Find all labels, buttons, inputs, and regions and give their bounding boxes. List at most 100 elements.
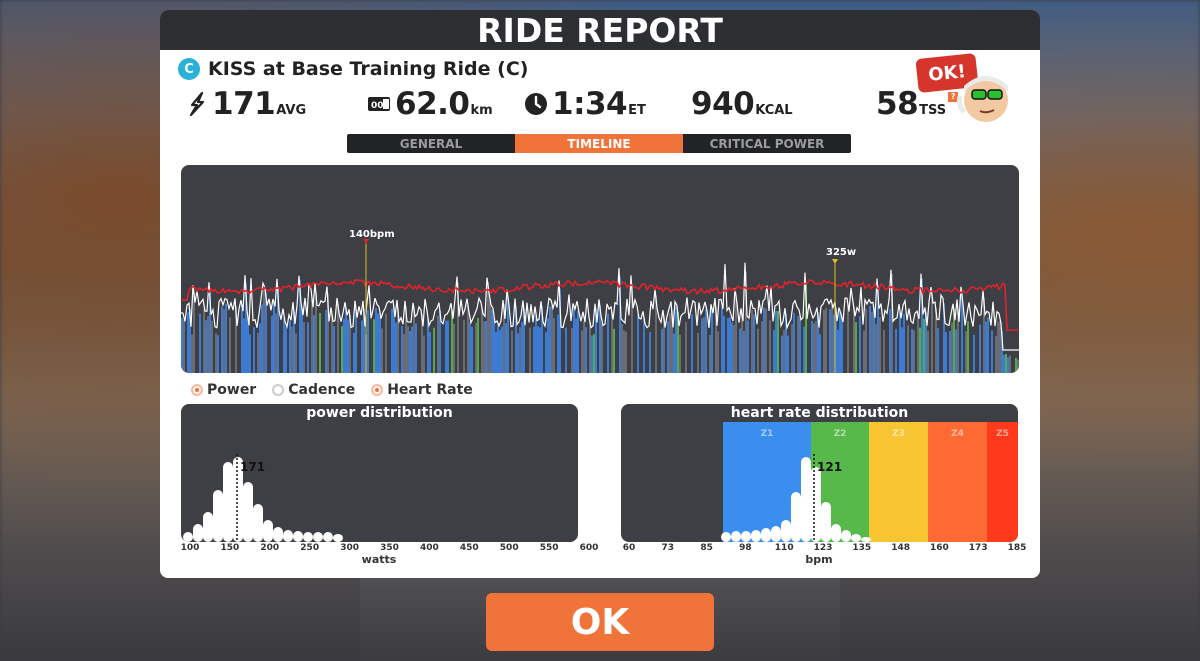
timeline-bar [225,303,227,373]
timeline-bar [377,313,379,373]
timeline-bar [467,305,469,373]
timeline-bar [955,329,957,373]
timeline-bar [489,299,491,373]
axis-tick-label: 173 [968,543,988,553]
hr-distribution-panel: heart rate distribution Z1 Z2 Z3 Z4 Z5 121 [621,404,1018,542]
timeline-bar [331,314,333,373]
timeline-bar [967,321,969,373]
timeline-bar [303,322,305,373]
timeline-bar [429,332,431,373]
timeline-bar [517,333,519,373]
timeline-bar [869,306,871,373]
timeline-bar [285,326,287,373]
timeline-bar [721,306,723,373]
timeline-bar [557,314,559,373]
timeline-bar [207,315,209,373]
timeline-bar [917,315,919,373]
heart-rate-toggle-icon [371,384,384,396]
timeline-bar [447,320,449,373]
timeline-bar [781,335,783,373]
timeline-bar [741,313,743,373]
timeline-bar [539,327,541,373]
timeline-bar [991,330,993,373]
timeline-bar [445,320,447,373]
timeline-bar [313,315,315,373]
hr-zone-z4 [928,422,987,542]
power-toggle-icon [191,384,203,396]
timeline-bar [553,318,555,373]
timeline-bar [407,326,409,373]
timeline-bar [729,317,731,373]
timeline-bar [735,296,737,373]
timeline-bar [797,316,799,373]
timeline-bar [711,309,713,373]
axis-tick-label: 450 [459,543,479,553]
timeline-bar [199,313,201,373]
legend-cadence[interactable]: Cadence [272,382,355,398]
distance-unit: km [470,103,493,118]
timeline-bar [661,328,663,373]
timeline-bar [777,311,779,373]
legend-heart-rate[interactable]: Heart Rate [371,382,473,398]
timeline-bar [537,326,539,373]
timeline-bar [367,310,369,373]
timeline-bar [937,328,939,373]
axis-tick-label: 85 [700,543,713,553]
timeline-bar [345,307,347,373]
timeline-bar [229,317,231,373]
timeline-bar [997,321,999,373]
power-axis-title: watts [361,553,397,566]
timeline-bar [307,322,309,373]
legend-power-label: Power [207,382,257,398]
hr-dist-bar [751,530,761,542]
timeline-bar [1003,354,1005,373]
timeline-bar [743,331,745,373]
axis-tick-label: 110 [774,543,794,553]
stat-calories: 940 KCAL [691,86,793,122]
power-peak-label: 325w [826,247,856,258]
timeline-bar [381,328,383,373]
hr-dist-bar [831,524,841,542]
timeline-bar [697,332,699,373]
legend-power[interactable]: Power [191,382,256,398]
timeline-bar [437,315,439,373]
ok-button[interactable]: OK [486,593,714,651]
timeline-bar [625,331,627,373]
cadence-toggle-icon [272,384,285,396]
timeline-bar [769,320,771,373]
timeline-bar [395,322,397,373]
timeline-bar [837,329,839,373]
calories-unit: KCAL [755,103,793,118]
hr-dist-bar [841,530,851,542]
timeline-bar [589,321,591,373]
rider-avatar-icon [957,76,1008,122]
timeline-bar [511,330,513,373]
tab-timeline[interactable]: TIMELINE [515,134,683,153]
tss-value: 58 [876,86,919,122]
timeline-bar [757,328,759,373]
timeline-bar [547,318,549,373]
hr-zone-label: Z1 [761,429,774,439]
timeline-bar [409,331,411,373]
timeline-bar [289,321,291,373]
axis-tick-label: 250 [300,543,320,553]
power-dist-bar [183,532,193,542]
timeline-bar [985,321,987,373]
timeline-bar [499,329,501,373]
hr-dist-bar [781,520,791,542]
timeline-bar [1009,355,1011,373]
hr-dist-bar [721,532,731,542]
tab-critical-power[interactable]: CRITICAL POWER [683,134,851,153]
axis-tick-label: 200 [260,543,280,553]
modal-title: RIDE REPORT [160,10,1040,50]
timeline-bar [823,309,825,373]
timeline-chart[interactable]: 140bpm 325w [181,165,1019,373]
timeline-bar [477,317,479,373]
avg-power-unit: AVG [276,103,307,118]
hr-zone-label: Z5 [996,429,1009,439]
timeline-bar [273,303,275,373]
avg-power-value: 171 [212,86,276,122]
tab-general[interactable]: GENERAL [347,134,515,153]
stat-avg-power: 171 AVG [186,86,306,122]
calories-value: 940 [691,86,755,122]
